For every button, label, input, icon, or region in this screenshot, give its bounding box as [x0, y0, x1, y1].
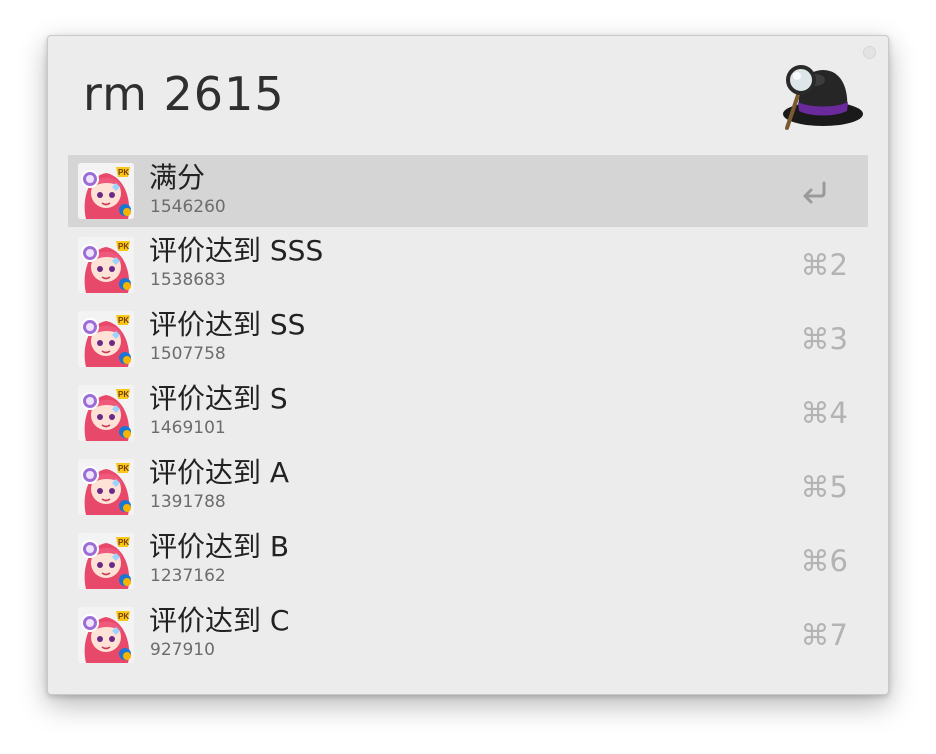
search-query-input[interactable]: rm 2615 — [83, 64, 285, 124]
app-icon — [78, 459, 134, 515]
app-icon — [78, 607, 134, 663]
app-icon — [78, 237, 134, 293]
result-subtitle: 1538683 — [150, 270, 226, 290]
results-list: 满分 1546260 评价达到 SSS 1538683 ⌘2 评价达到 SS 1507758… — [68, 155, 868, 671]
app-icon — [78, 533, 134, 589]
keyboard-shortcut: ⌘4 — [800, 396, 848, 430]
keyboard-shortcut: ⌘6 — [800, 544, 848, 578]
return-key-icon — [803, 181, 826, 204]
result-row[interactable]: 评价达到 B 1237162 ⌘6 — [68, 523, 868, 597]
result-row[interactable]: 满分 1546260 — [68, 155, 868, 227]
alfred-hat-logo-icon — [783, 65, 863, 130]
result-row[interactable]: 评价达到 C 927910 ⌘7 — [68, 597, 868, 671]
result-row[interactable]: 评价达到 S 1469101 ⌘4 — [68, 375, 868, 449]
app-icon — [78, 311, 134, 367]
result-subtitle: 927910 — [150, 640, 215, 660]
result-subtitle: 1237162 — [150, 566, 226, 586]
result-row[interactable]: 评价达到 SS 1507758 ⌘3 — [68, 301, 868, 375]
result-subtitle: 1391788 — [150, 492, 226, 512]
result-subtitle: 1469101 — [150, 418, 226, 438]
result-title: 评价达到 B — [149, 530, 290, 563]
app-icon — [78, 385, 134, 441]
result-subtitle: 1546260 — [150, 197, 226, 217]
keyboard-shortcut: ⌘5 — [800, 470, 848, 504]
app-icon — [78, 163, 134, 219]
launcher-window: rm 2615 满分 1546260 评价达到 SSS 1538683 ⌘2 评价达到 S… — [47, 35, 889, 695]
result-row[interactable]: 评价达到 A 1391788 ⌘5 — [68, 449, 868, 523]
result-subtitle: 1507758 — [150, 344, 226, 364]
keyboard-shortcut: ⌘2 — [800, 248, 848, 282]
keyboard-shortcut: ⌘3 — [800, 322, 848, 356]
result-title: 评价达到 A — [149, 456, 290, 489]
result-title: 满分 — [149, 161, 206, 194]
result-title: 评价达到 SSS — [149, 234, 324, 267]
keyboard-shortcut: ⌘7 — [800, 618, 848, 652]
result-title: 评价达到 S — [149, 382, 288, 415]
result-title: 评价达到 C — [149, 604, 290, 637]
result-title: 评价达到 SS — [149, 308, 306, 341]
result-row[interactable]: 评价达到 SSS 1538683 ⌘2 — [68, 227, 868, 301]
